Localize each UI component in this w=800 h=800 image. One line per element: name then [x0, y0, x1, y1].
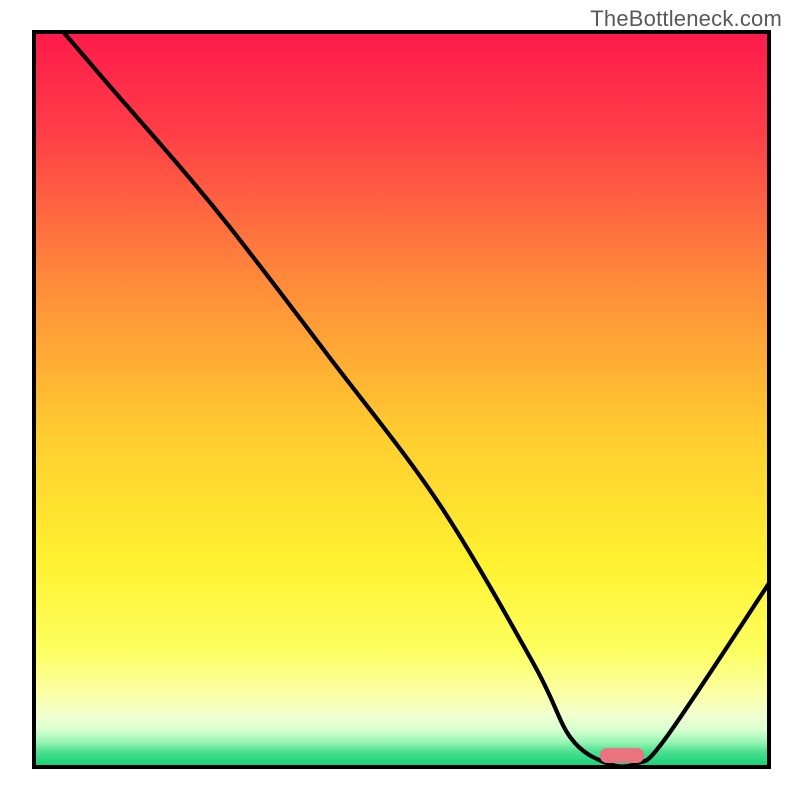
figure-container: TheBottleneck.com: [0, 0, 800, 800]
optimal-marker: [600, 748, 644, 763]
watermark-text: TheBottleneck.com: [590, 6, 782, 32]
plot-background: [34, 32, 769, 767]
bottleneck-chart: [0, 0, 800, 800]
